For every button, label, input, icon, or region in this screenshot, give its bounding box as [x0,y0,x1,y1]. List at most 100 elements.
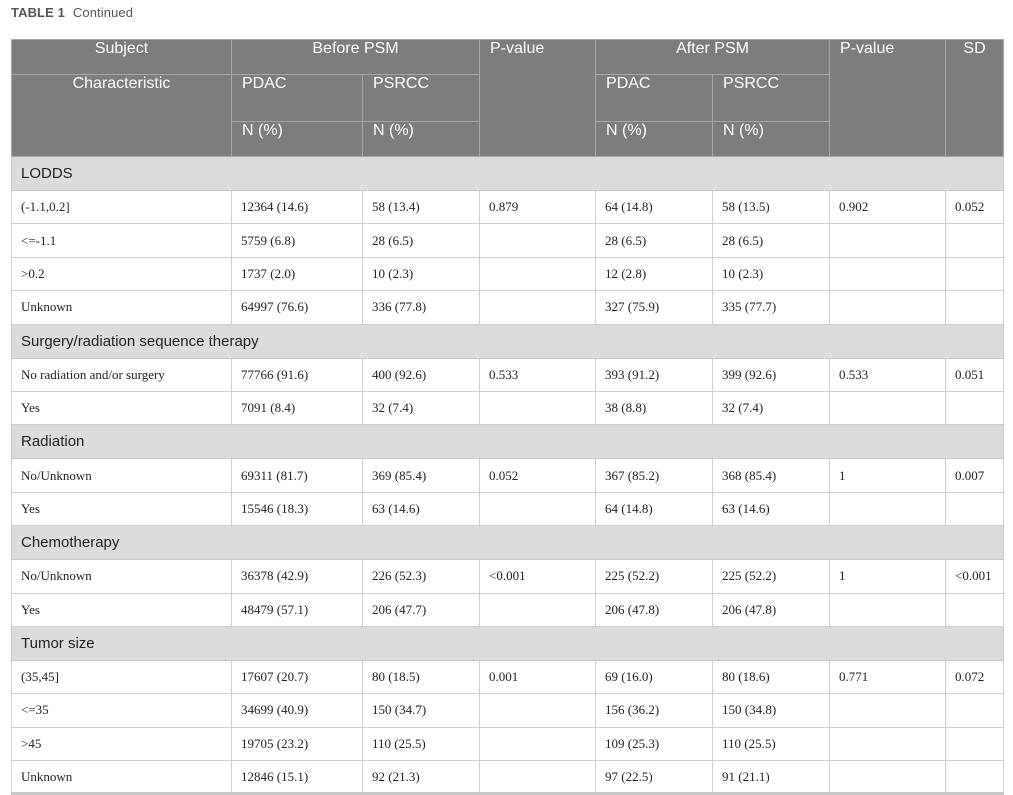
table-cell: 69 (16.0) [595,659,714,695]
table-cell: 15546 (18.3) [231,491,363,527]
table-cell: 92 (21.3) [361,760,481,795]
header-pvalue-before: P-value [479,39,597,157]
table-row: No radiation and/or surgery 77766 (91.6) 4… [11,357,1005,392]
table-cell: 0.001 [479,659,597,695]
table-cell: 156 (36.2) [595,693,714,728]
table-cell [479,290,597,325]
table-cell [479,592,597,627]
table-cell: 80 (18.5) [361,659,481,695]
table-row: Yes 15546 (18.3) 63 (14.6) 64 (14.8) 63 (14.… [11,491,1005,527]
header-n-pdac-after: N (%) [595,121,714,157]
table-cell [945,290,1005,325]
table-cell: 327 (75.9) [595,290,714,325]
psm-table: Subject Before PSM P-value After PSM P-v… [10,39,1005,795]
table-cell: 28 (6.5) [361,223,481,258]
table-cell [479,693,597,728]
table-cell: 150 (34.7) [361,693,481,728]
header-pdac-after: PDAC [595,74,714,122]
table-row: (35,45] 17607 (20.7) 80 (18.5) 0.001 69 (16.… [11,659,1005,695]
table-cell: 1 [829,559,947,594]
table-cell: 0.902 [829,189,947,225]
table-cell: 206 (47.7) [361,592,481,627]
table-cell: 80 (18.6) [712,659,831,695]
table-cell: 12846 (15.1) [231,760,363,795]
table-cell: 226 (52.3) [361,559,481,594]
table-cell: 110 (25.5) [712,726,831,762]
table-cell [829,390,947,426]
table-cell [945,390,1005,426]
header-n-pdac-before: N (%) [231,121,363,157]
table-row: Yes 7091 (8.4) 32 (7.4) 38 (8.8) 32 (7.4) [11,390,1005,426]
table-row: Unknown 12846 (15.1) 92 (21.3) 97 (22.5) 91 … [11,760,1005,795]
table-cell: 0.879 [479,189,597,225]
table-cell: 110 (25.5) [361,726,481,762]
header-pvalue-after: P-value [829,39,947,157]
table-cell [829,693,947,728]
header-after-psm: After PSM [595,39,831,75]
table-cell: 206 (47.8) [595,592,714,627]
group-row: LODDS [10,156,1005,191]
table-cell [479,223,597,258]
table-cell [829,491,947,527]
table-cell: >45 [11,726,232,762]
table-cell [829,256,947,292]
table-cell: 335 (77.7) [712,290,831,325]
header-before-psm: Before PSM [230,39,481,75]
table-cell: 0.052 [945,189,1005,225]
table-cell: 0.533 [479,357,597,392]
table-cell [479,726,597,762]
group-title: Surgery/radiation sequence therapy [10,323,1005,359]
group-title: Tumor size [10,625,1005,661]
table-cell: 368 (85.4) [712,458,831,493]
table-cell: 1 [829,458,947,493]
table-cell: 5759 (6.8) [231,223,363,258]
table-cell: 58 (13.4) [361,189,481,225]
group-title: Radiation [10,424,1005,460]
table-cell: 1737 (2.0) [231,256,363,292]
table-cell: <=35 [11,693,232,728]
table-cell: 10 (2.3) [361,256,481,292]
table-body: LODDS (-1.1,0.2] 12364 (14.6) 58 (13.4) 0.87… [10,156,1005,795]
table-cell: 0.072 [945,659,1005,695]
table-row: Unknown 64997 (76.6) 336 (77.8) 327 (75.9) 3… [11,290,1005,325]
table-cell: 206 (47.8) [712,592,831,627]
table-cell: 69311 (81.7) [231,458,363,493]
table-cell [479,491,597,527]
table-cell: Yes [11,592,232,627]
group-row: Surgery/radiation sequence therapy [10,323,1005,359]
table-cell: 19705 (23.2) [231,726,363,762]
table-cell: Yes [11,491,232,527]
table-cell: 0.051 [945,357,1005,392]
table-cell: 28 (6.5) [712,223,831,258]
table-cell: 63 (14.6) [712,491,831,527]
table-row: >0.2 1737 (2.0) 10 (2.3) 12 (2.8) 10 (2.3) [11,256,1005,292]
table-cell: (35,45] [11,659,232,695]
table-cell: 0.052 [479,458,597,493]
table-row: Yes 48479 (57.1) 206 (47.7) 206 (47.8) 206 (… [11,592,1005,627]
table-cell: 36378 (42.9) [231,559,363,594]
table-row: >45 19705 (23.2) 110 (25.5) 109 (25.3) 110 (… [11,726,1005,762]
table-caption: TABLE 1 Continued [11,5,133,20]
table-cell: 225 (52.2) [595,559,714,594]
table-cell: 0.771 [829,659,947,695]
table-cell: 109 (25.3) [595,726,714,762]
header-sd: SD [945,39,1005,157]
table-cell [479,390,597,426]
table-cell: 32 (7.4) [361,390,481,426]
table-cell: 0.533 [829,357,947,392]
table-cell: 225 (52.2) [712,559,831,594]
table-cell: 12 (2.8) [595,256,714,292]
table-row: (-1.1,0.2] 12364 (14.6) 58 (13.4) 0.879 64 (… [11,189,1005,225]
header-pdac-before: PDAC [231,74,363,122]
table-cell: 399 (92.6) [712,357,831,392]
table-cell [945,693,1005,728]
table-cell: 28 (6.5) [595,223,714,258]
table-cell: 12364 (14.6) [231,189,363,225]
table-cell: Yes [11,390,232,426]
table-caption-label: TABLE 1 [11,5,65,20]
table-cell: 17607 (20.7) [231,659,363,695]
table-cell [945,223,1005,258]
table-cell: 336 (77.8) [361,290,481,325]
table-cell [945,760,1005,795]
table-cell: 150 (34.8) [712,693,831,728]
